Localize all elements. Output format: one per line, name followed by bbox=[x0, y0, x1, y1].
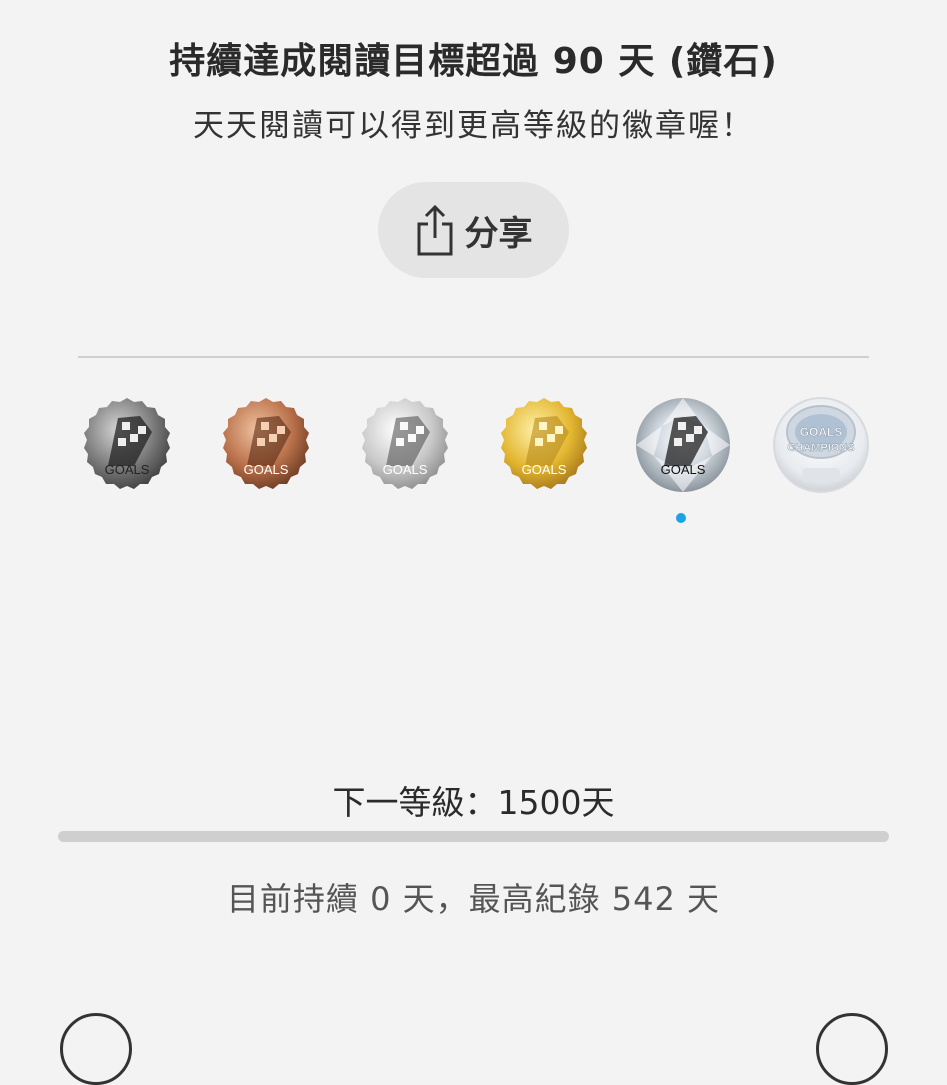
badge-text: GOALS bbox=[522, 462, 567, 477]
badge-text: GOALS bbox=[244, 462, 289, 477]
share-icon bbox=[415, 204, 455, 256]
streak-record: 目前持續 0 天，最高紀錄 542 天 bbox=[226, 880, 721, 918]
page-title: 持續達成閱讀目標超過 90 天 (鑽石) bbox=[169, 41, 778, 82]
share-label: 分享 bbox=[464, 213, 533, 254]
next-level-label: 下一等級：1500天 bbox=[332, 783, 615, 822]
share-button[interactable]: 分享 bbox=[378, 182, 569, 278]
badge-text: GOALS bbox=[105, 462, 150, 477]
badge-diamond[interactable]: GOALS bbox=[634, 396, 732, 494]
badge-bronze[interactable]: GOALS bbox=[217, 396, 315, 494]
badge-silver[interactable]: GOALS bbox=[356, 396, 454, 494]
badge-text: GOALS bbox=[383, 462, 428, 477]
badge-gold[interactable]: GOALS bbox=[495, 396, 593, 494]
badge-text: GOALS bbox=[800, 425, 843, 439]
badge-row: GOALS GOALS GOALS GOALS GOALS GOALS CHAM… bbox=[78, 396, 869, 496]
badge-text-2: CHAMPIONS bbox=[787, 442, 854, 454]
badge-text: GOALS bbox=[661, 462, 706, 477]
badge-dark-silver[interactable]: GOALS bbox=[78, 396, 176, 494]
page-subtitle: 天天閱讀可以得到更高等級的徽章喔！ bbox=[193, 108, 754, 144]
divider bbox=[78, 356, 869, 358]
selected-indicator-dot bbox=[676, 513, 686, 523]
progress-bar bbox=[58, 831, 889, 842]
badge-champions[interactable]: GOALS CHAMPIONS bbox=[772, 396, 870, 494]
